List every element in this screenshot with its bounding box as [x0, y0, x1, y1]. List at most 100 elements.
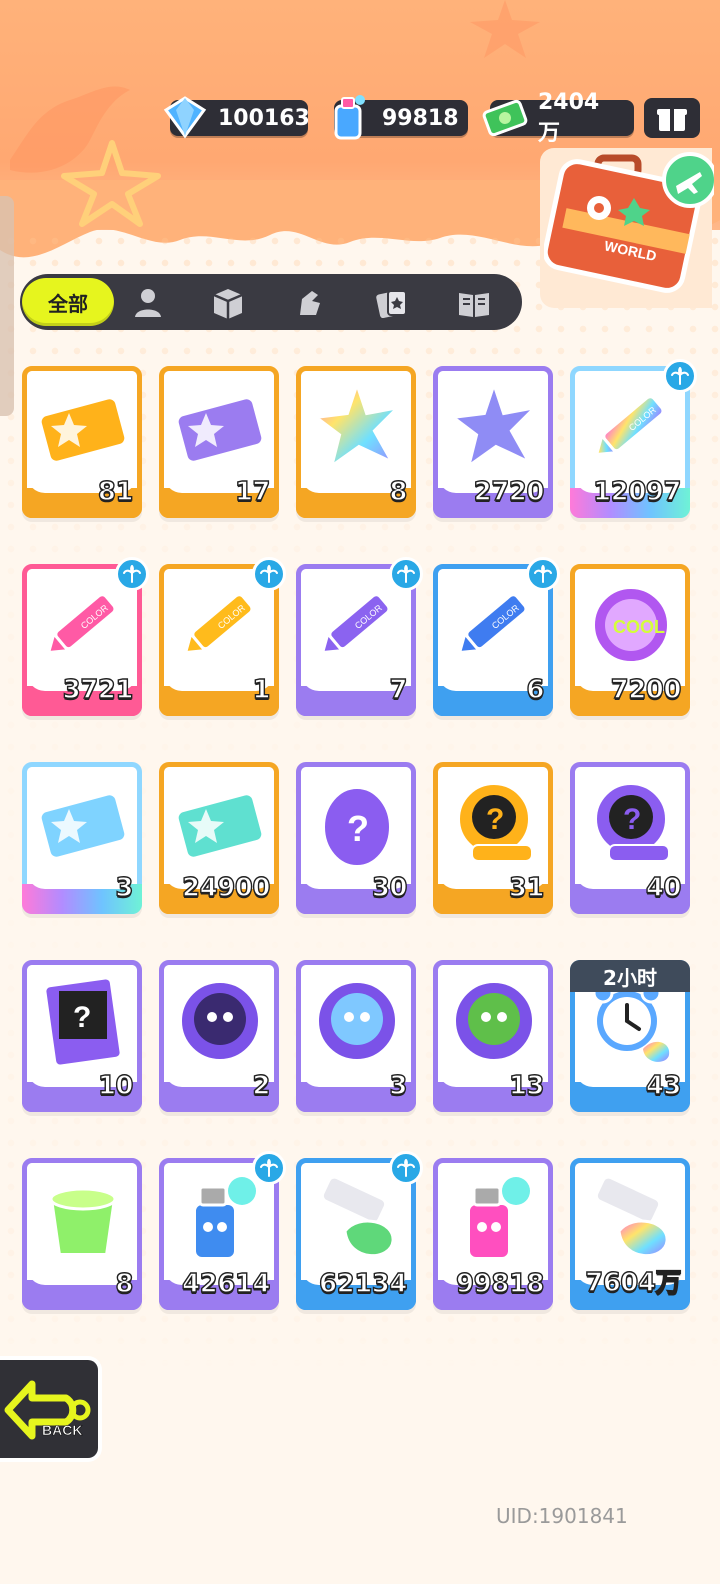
cash-count: 2404万 [538, 89, 600, 146]
item-count: 99818 [455, 1268, 545, 1299]
cards-icon[interactable] [374, 285, 410, 321]
svg-text:?: ? [486, 803, 504, 836]
inventory-item-card[interactable]: 7604万 [570, 1158, 690, 1310]
cash-counter[interactable]: 2404万 [482, 90, 634, 146]
inventory-item-card[interactable]: ? 10 [22, 960, 142, 1112]
purple-mystery-deity-icon: ? [593, 781, 670, 862]
inventory-item-card[interactable]: 13 [433, 960, 553, 1112]
cash-icon [482, 99, 528, 137]
inventory-item-card[interactable]: 2720 [433, 366, 553, 518]
inventory-item-card[interactable]: 3 [22, 762, 142, 914]
item-count: 12097 [592, 476, 682, 507]
item-count: 42614 [181, 1268, 271, 1299]
box-icon[interactable] [210, 285, 246, 321]
palm-tree-icon [252, 1151, 286, 1185]
mystery-travel-card-icon: ? [42, 975, 124, 1069]
item-count: 2720 [473, 476, 545, 507]
item-count: 24900 [181, 872, 271, 903]
splash-decoration-icon [10, 86, 130, 173]
palm-tree-icon [526, 557, 560, 591]
item-count: 40 [645, 872, 682, 903]
purple-star-icon [446, 377, 542, 472]
gold-mystery-deity-icon: ? [456, 781, 533, 862]
inventory-item-card[interactable]: 8 [296, 366, 416, 518]
gem-counter[interactable]: 100163 [163, 96, 310, 139]
inventory-item-card[interactable]: 3 [296, 960, 416, 1112]
inventory-item-card[interactable]: 42614 [159, 1151, 286, 1310]
item-count: 7200 [610, 674, 682, 705]
item-count: 7 [389, 674, 408, 705]
rainbow-star-icon [309, 377, 405, 472]
gem-icon [163, 96, 207, 139]
gold-ticket-icon [37, 395, 129, 465]
item-count: 31 [508, 872, 545, 903]
spray-counter[interactable]: 99818 [334, 95, 468, 140]
paint-tube-icon [320, 1175, 395, 1257]
book-icon[interactable] [456, 285, 492, 321]
pink-spray-can-icon [466, 1177, 530, 1261]
item-count: 62134 [318, 1268, 408, 1299]
yellow-crayon-icon: COLOR [183, 593, 254, 655]
user-id-label: UID:1901841 [496, 1504, 628, 1528]
green-jelly-cup-icon [48, 1187, 118, 1257]
item-count: 30 [371, 872, 408, 903]
item-count: 2 [252, 1070, 271, 1101]
plant-mpets-icon [452, 979, 536, 1063]
suitcase-icon[interactable]: WORLD [544, 150, 714, 300]
shop-button[interactable] [644, 98, 700, 138]
inventory-item-card[interactable]: COLOR 7 [296, 557, 423, 716]
inventory-item-card[interactable]: 2 [159, 960, 279, 1112]
inventory-item-card[interactable]: 8 [22, 1158, 142, 1310]
item-count: 10 [97, 1070, 134, 1101]
inventory-item-card[interactable]: 24900 [159, 762, 279, 914]
item-count: 6 [526, 674, 545, 705]
palm-tree-icon [663, 359, 697, 393]
inventory-item-card[interactable]: 99818 [433, 1158, 553, 1310]
svg-text:COOL: COOL [613, 617, 665, 637]
inventory-item-card[interactable]: 62134 [296, 1151, 423, 1310]
item-count: 3 [389, 1070, 408, 1101]
inventory-item-card[interactable]: 17 [159, 366, 279, 518]
item-count: 7604万 [584, 1267, 682, 1298]
inventory-item-card[interactable]: 2小时 43 [570, 960, 690, 1112]
inventory-item-card[interactable]: COLOR 1 [159, 557, 286, 716]
item-timer-badge: 2小时 [570, 960, 690, 992]
blue-spray-can-icon [192, 1177, 256, 1261]
cat-mpets-icon [178, 979, 262, 1063]
svg-text:?: ? [623, 803, 641, 836]
inventory-item-card[interactable]: COLOR 12097 [570, 359, 697, 518]
inventory-item-card[interactable]: COLOR 3721 [22, 557, 149, 716]
item-count: 81 [97, 476, 134, 507]
spray-can-icon [334, 95, 365, 140]
item-count: 1 [252, 674, 271, 705]
star-decoration-icon [470, 0, 540, 58]
inventory-item-card[interactable]: COOL 7200 [570, 564, 690, 716]
inventory-item-card[interactable]: ? 31 [433, 762, 553, 914]
mystery-egg-icon: ? [321, 785, 393, 869]
purple-ticket-icon [174, 395, 266, 465]
inventory-item-card[interactable]: COLOR 6 [433, 557, 560, 716]
svg-text:?: ? [73, 1001, 91, 1034]
back-button[interactable]: BACK [0, 1356, 102, 1462]
gem-count: 100163 [218, 105, 310, 131]
rainbow-paint-tube-icon [594, 1175, 669, 1257]
purple-crayon-icon: COLOR [320, 593, 391, 655]
svg-text:?: ? [347, 808, 369, 849]
gift-box-icon [657, 109, 687, 131]
inventory-item-card[interactable]: ? 30 [296, 762, 416, 914]
item-count: 3721 [62, 674, 134, 705]
palm-tree-icon [389, 557, 423, 591]
person-icon[interactable] [130, 285, 166, 321]
pink-crayon-icon: COLOR [46, 593, 117, 655]
tab-all[interactable]: 全部 [22, 278, 114, 326]
inventory-item-card[interactable]: 81 [22, 366, 142, 518]
item-count: 3 [115, 872, 134, 903]
inventory-item-card[interactable]: ? 40 [570, 762, 690, 914]
item-count: 8 [389, 476, 408, 507]
blue-crayon-icon: COLOR [457, 593, 528, 655]
palm-tree-icon [389, 1151, 423, 1185]
item-count: 43 [645, 1070, 682, 1101]
item-count: 8 [115, 1268, 134, 1299]
hand-icon[interactable] [292, 285, 328, 321]
side-scroll-handle[interactable] [0, 196, 14, 416]
